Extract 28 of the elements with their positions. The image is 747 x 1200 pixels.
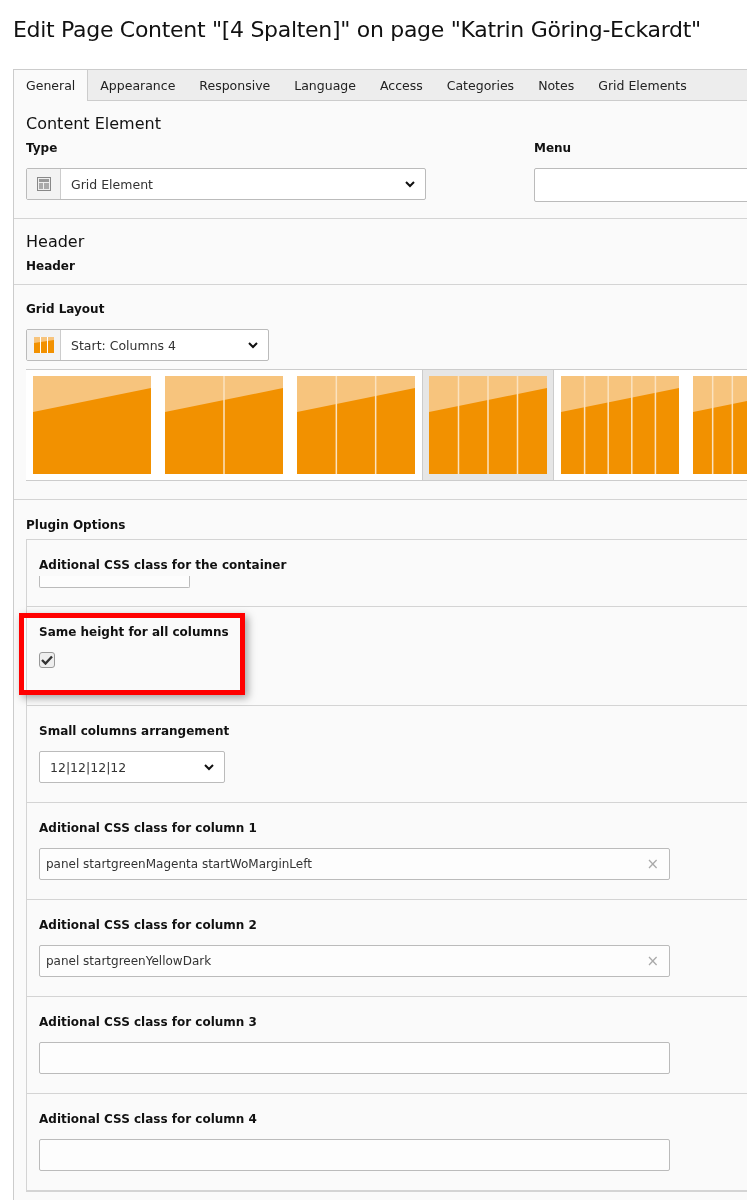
- text-field[interactable]: panel startgreenYellowDark ×: [39, 945, 670, 977]
- type-select[interactable]: Grid Element: [26, 168, 426, 200]
- field-label: Plugin Options: [26, 518, 127, 532]
- tab[interactable]: Categories: [434, 70, 527, 100]
- arrangement-select[interactable]: 12|12|12|12: [39, 751, 225, 783]
- field-label: Menu: [534, 141, 573, 155]
- field-label: Grid Layout: [26, 302, 106, 316]
- field-label: Type: [26, 141, 59, 155]
- field-label: Aditional CSS class for column 3: [39, 1015, 258, 1029]
- page-title: Edit Page Content "[4 Spalten]" on page "Katrin Göring-Eckardt": [12, 16, 702, 44]
- tab[interactable]: Responsive: [187, 70, 283, 100]
- field-label: Same height for all columns: [39, 625, 230, 639]
- grid-layout-select[interactable]: Start: Columns 4: [26, 329, 269, 361]
- field-label: Header: [26, 259, 76, 273]
- field-label: Aditional CSS class for column 4: [39, 1112, 258, 1126]
- field-label: Aditional CSS class for column 1: [39, 821, 258, 835]
- tab[interactable]: Appearance: [88, 70, 188, 100]
- field-label: Aditional CSS class for the container: [39, 558, 288, 572]
- tab[interactable]: Grid Elements: [586, 70, 699, 100]
- tab[interactable]: General: [14, 70, 89, 101]
- tab[interactable]: Access: [367, 70, 435, 100]
- text-field[interactable]: panel startgreenMagenta startWoMarginLeft ×: [39, 848, 670, 880]
- section-heading: Header: [26, 232, 86, 251]
- section-heading: Content Element: [26, 114, 162, 133]
- field-label: Small columns arrangement: [39, 724, 231, 738]
- field-label: Aditional CSS class for column 2: [39, 918, 258, 932]
- tab[interactable]: Language: [282, 70, 368, 100]
- tab[interactable]: Notes: [526, 70, 587, 100]
